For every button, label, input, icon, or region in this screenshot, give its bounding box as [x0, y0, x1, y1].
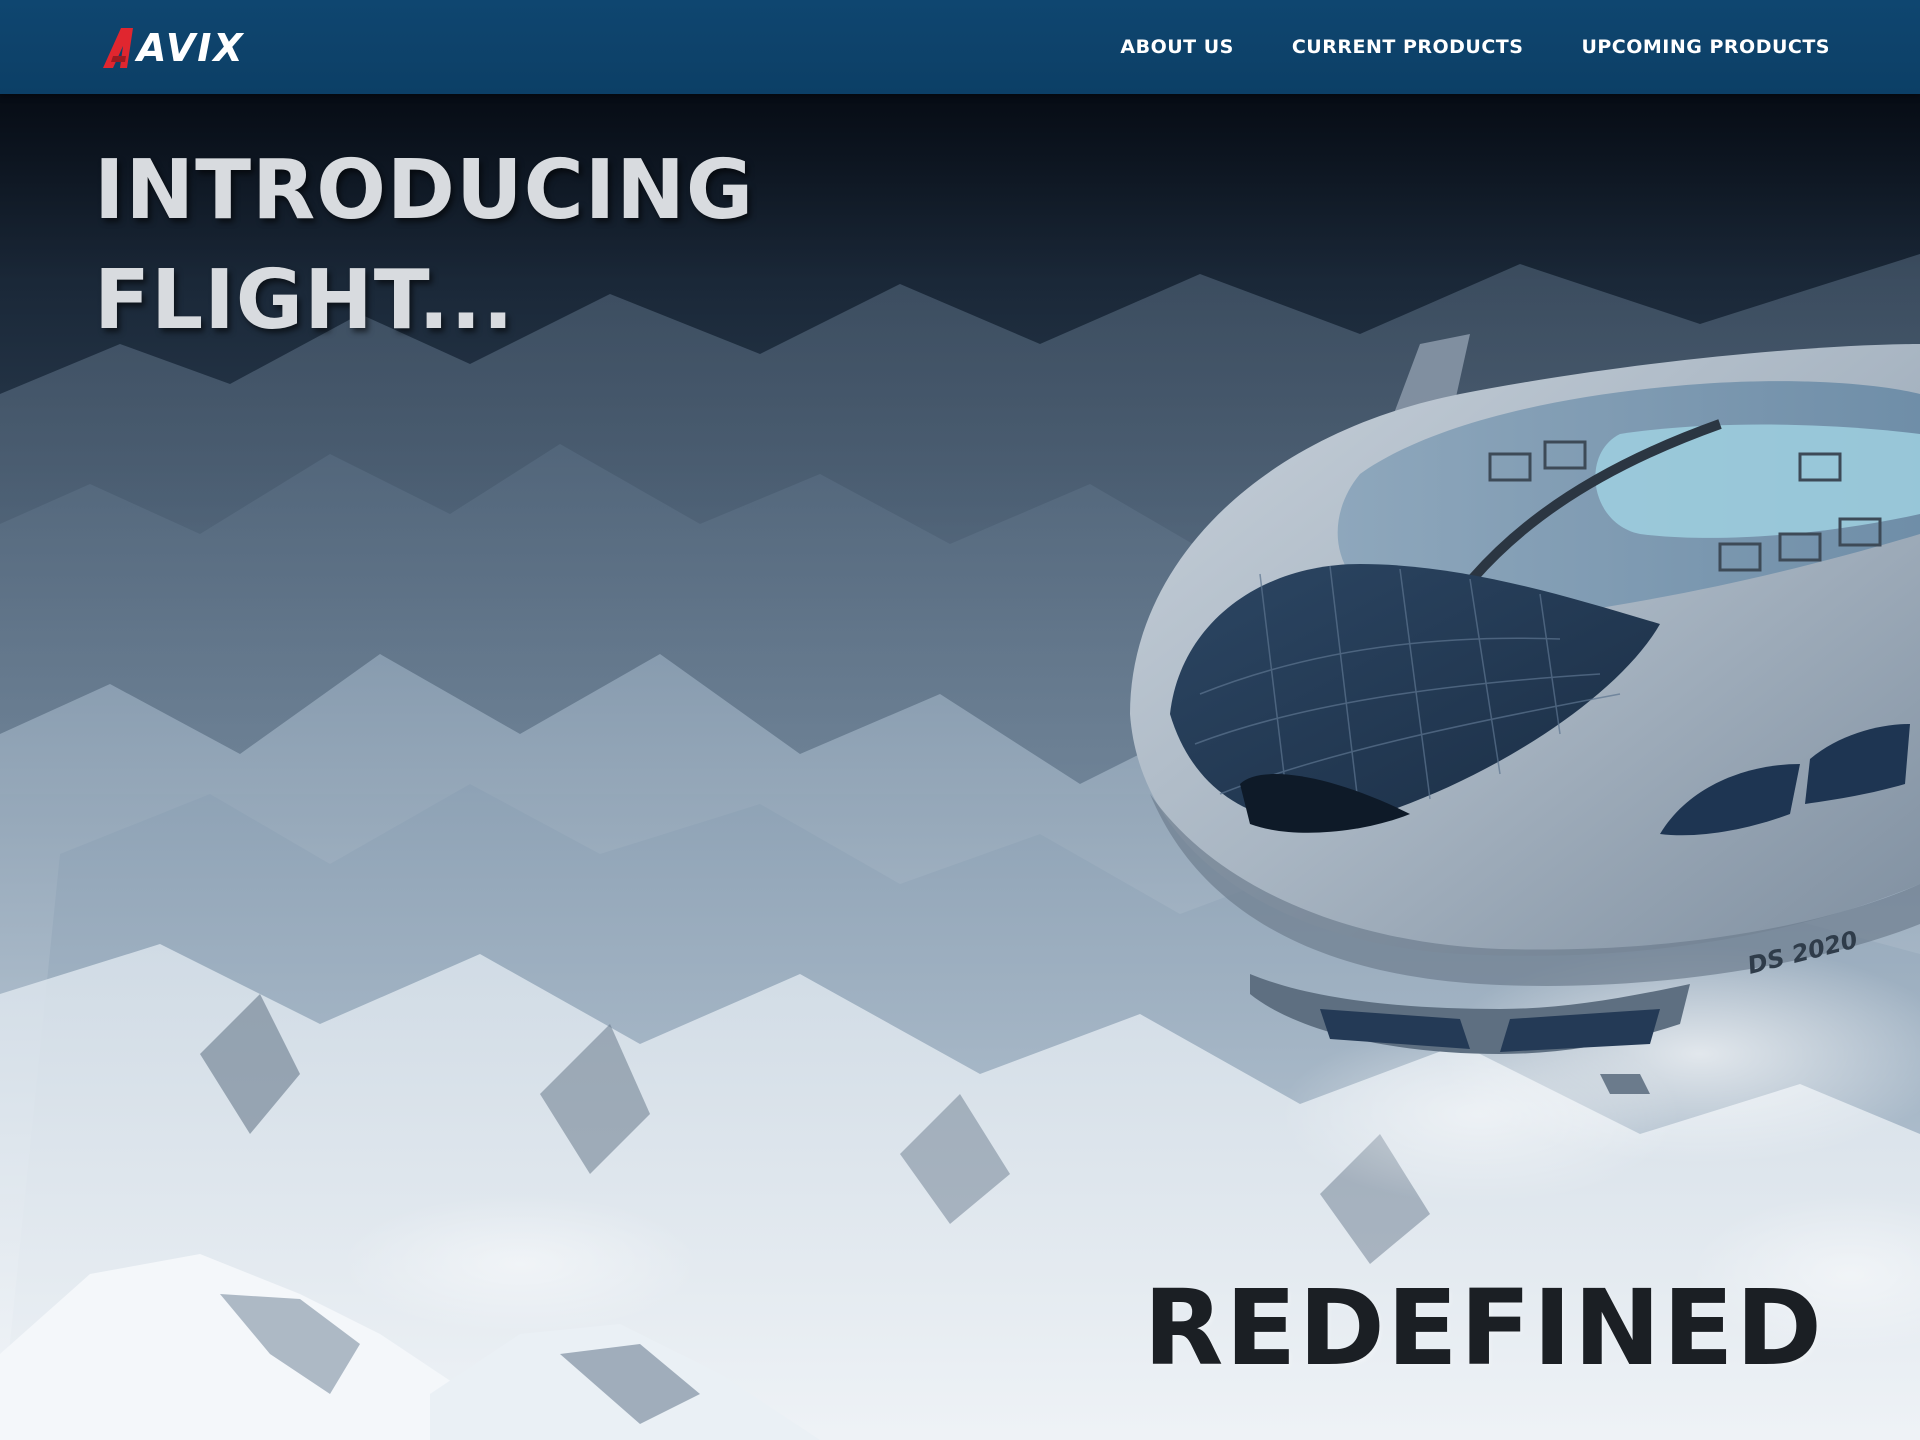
headline-line-1: INTRODUCING: [94, 143, 755, 238]
nav-about-us[interactable]: ABOUT US: [1120, 36, 1233, 58]
hero-headline: INTRODUCING FLIGHT...: [94, 136, 754, 356]
logo-link[interactable]: AVIX: [99, 26, 245, 70]
navbar: AVIX ABOUT US CURRENT PRODUCTS UPCOMING …: [0, 0, 1920, 94]
hero-tagline: REDEFINED: [1143, 1267, 1824, 1389]
nav-current-products[interactable]: CURRENT PRODUCTS: [1292, 36, 1524, 58]
logo-text: AVIX: [137, 26, 245, 70]
main-nav: ABOUT US CURRENT PRODUCTS UPCOMING PRODU…: [1120, 0, 1830, 94]
headline-line-2: FLIGHT...: [94, 253, 515, 348]
page: AVIX ABOUT US CURRENT PRODUCTS UPCOMING …: [0, 0, 1920, 1440]
nav-upcoming-products[interactable]: UPCOMING PRODUCTS: [1581, 36, 1830, 58]
hero-section: DS 2020 INTRODUCING FLIGHT... REDEFINED: [0, 94, 1920, 1440]
